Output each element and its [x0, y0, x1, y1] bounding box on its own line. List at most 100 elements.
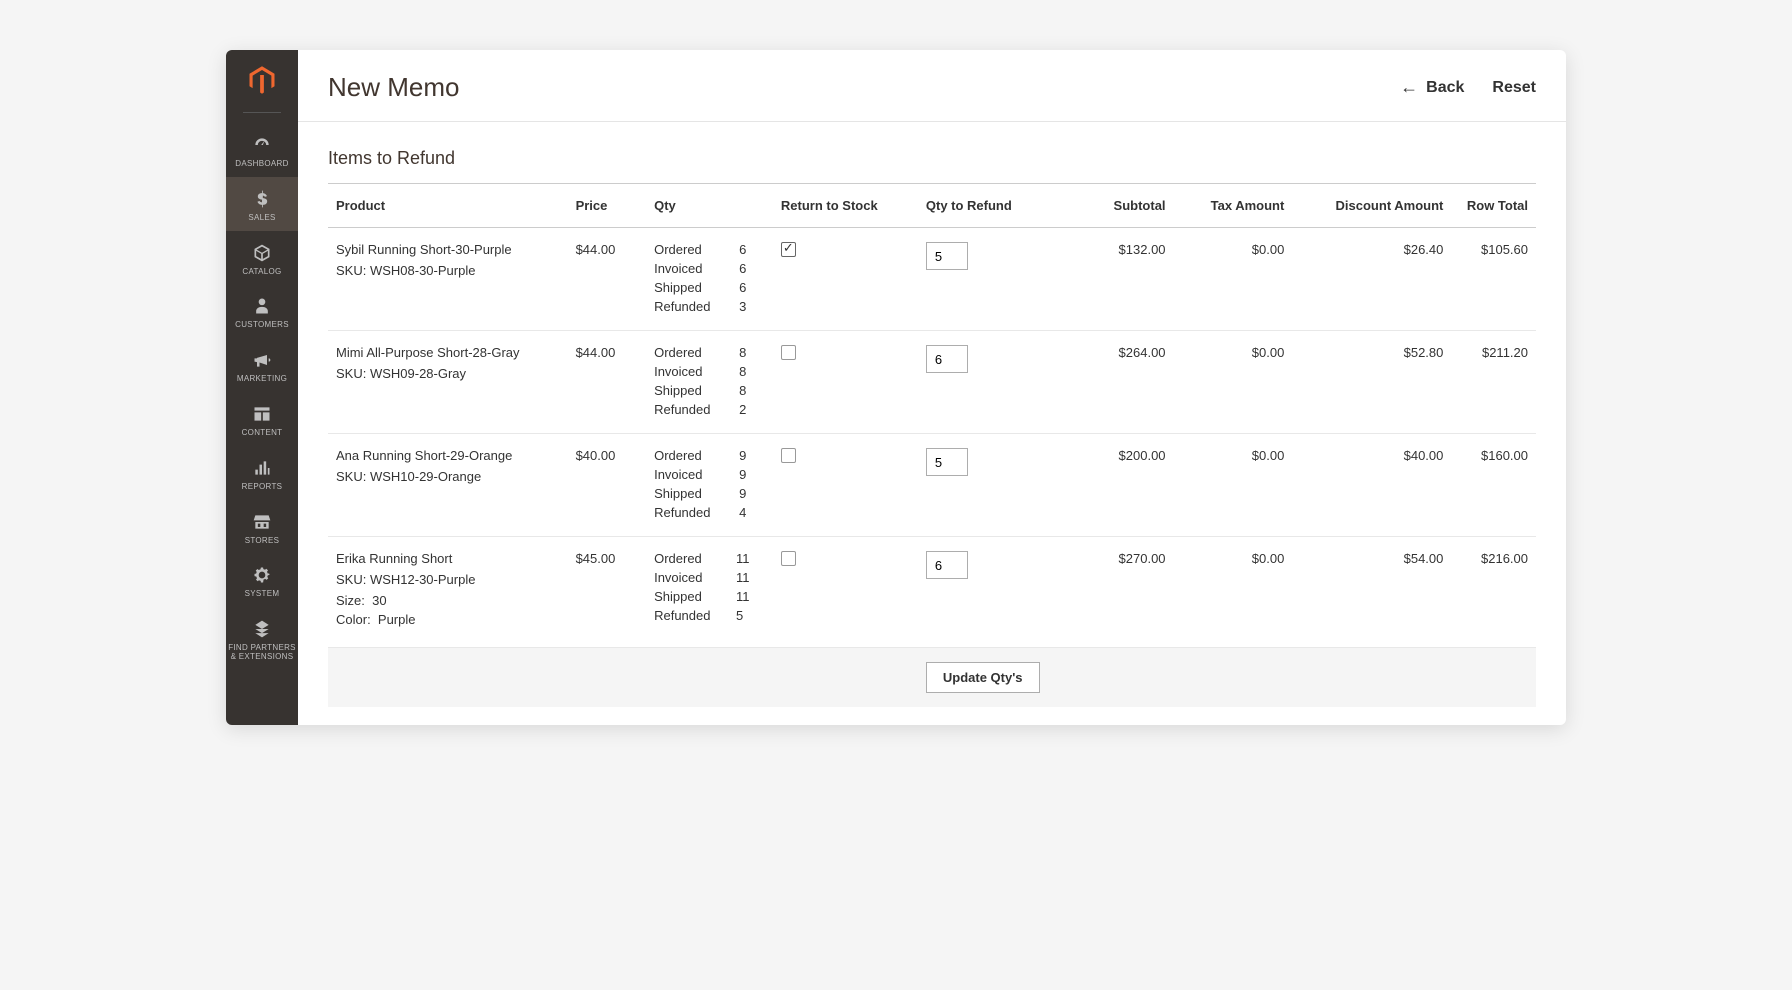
reset-label: Reset [1492, 79, 1536, 97]
cell-subtotal: $200.00 [1047, 434, 1174, 537]
qty-ordered-label: Ordered [654, 448, 729, 463]
cell-subtotal: $264.00 [1047, 331, 1174, 434]
cell-price: $44.00 [568, 331, 647, 434]
page-title: New Memo [328, 72, 459, 103]
qty-refunded-value: 2 [739, 402, 765, 417]
cell-discount: $26.40 [1292, 228, 1451, 331]
return-to-stock-checkbox[interactable] [781, 242, 796, 257]
update-qtys-button[interactable]: Update Qty's [926, 662, 1040, 693]
return-to-stock-checkbox[interactable] [781, 345, 796, 360]
qty-shipped-value: 9 [739, 486, 765, 501]
qty-shipped-value: 8 [739, 383, 765, 398]
cell-product: Mimi All-Purpose Short-28-GraySKU: WSH09… [328, 331, 568, 434]
table-row: Erika Running ShortSKU: WSH12-30-PurpleS… [328, 537, 1536, 648]
sidebar-item-marketing[interactable]: MARKETING [226, 338, 298, 392]
qty-invoiced-label: Invoiced [654, 364, 729, 379]
product-name: Erika Running Short [336, 551, 560, 566]
sidebar-item-catalog[interactable]: CATALOG [226, 231, 298, 285]
sidebar-item-dashboard[interactable]: DASHBOARD [226, 123, 298, 177]
product-sku: SKU: WSH09-28-Gray [336, 366, 560, 381]
sidebar-item-reports[interactable]: REPORTS [226, 446, 298, 500]
back-label: Back [1426, 79, 1464, 97]
cell-product: Erika Running ShortSKU: WSH12-30-PurpleS… [328, 537, 568, 648]
cell-qty: Ordered9Invoiced9Shipped9Refunded4 [646, 434, 773, 537]
cell-qty: Ordered6Invoiced6Shipped6Refunded3 [646, 228, 773, 331]
megaphone-icon [250, 348, 274, 372]
cell-tax: $0.00 [1174, 331, 1293, 434]
th-product: Product [328, 184, 568, 228]
qty-ordered-label: Ordered [654, 551, 726, 566]
sidebar-item-label: FIND PARTNERS & EXTENSIONS [228, 644, 296, 662]
qty-shipped-label: Shipped [654, 589, 726, 604]
box-icon [250, 241, 274, 265]
qty-ordered-value: 6 [739, 242, 765, 257]
cell-product: Sybil Running Short-30-PurpleSKU: WSH08-… [328, 228, 568, 331]
content: Items to Refund Product Price Qty Return… [298, 122, 1566, 725]
qty-ordered-label: Ordered [654, 345, 729, 360]
bars-icon [250, 456, 274, 480]
sidebar-item-customers[interactable]: CUSTOMERS [226, 284, 298, 338]
sidebar-item-label: STORES [245, 537, 280, 546]
table-row: Mimi All-Purpose Short-28-GraySKU: WSH09… [328, 331, 1536, 434]
layout-icon [250, 402, 274, 426]
qty-to-refund-input[interactable] [926, 448, 968, 476]
qty-invoiced-value: 9 [739, 467, 765, 482]
qty-to-refund-input[interactable] [926, 345, 968, 373]
cell-product: Ana Running Short-29-OrangeSKU: WSH10-29… [328, 434, 568, 537]
topbar: New Memo ← Back Reset [298, 50, 1566, 122]
th-discount: Discount Amount [1292, 184, 1451, 228]
qty-shipped-label: Shipped [654, 383, 729, 398]
cell-return [773, 228, 918, 331]
qty-to-refund-input[interactable] [926, 551, 968, 579]
qty-invoiced-label: Invoiced [654, 261, 729, 276]
th-price: Price [568, 184, 647, 228]
sidebar-item-stores[interactable]: STORES [226, 500, 298, 554]
cell-rowtotal: $160.00 [1451, 434, 1536, 537]
sidebar-item-label: CONTENT [242, 429, 283, 438]
cell-rowtotal: $211.20 [1451, 331, 1536, 434]
th-return: Return to Stock [773, 184, 918, 228]
cell-return [773, 331, 918, 434]
return-to-stock-checkbox[interactable] [781, 448, 796, 463]
magento-logo-icon [244, 62, 280, 98]
th-subtotal: Subtotal [1047, 184, 1174, 228]
sidebar-item-system[interactable]: SYSTEM [226, 553, 298, 607]
sidebar: DASHBOARDSALESCATALOGCUSTOMERSMARKETING C… [226, 50, 298, 725]
qty-ordered-value: 9 [739, 448, 765, 463]
reset-button[interactable]: Reset [1492, 79, 1536, 97]
product-size: Size: 30 [336, 593, 560, 608]
product-sku: SKU: WSH08-30-Purple [336, 263, 560, 278]
qty-refunded-label: Refunded [654, 299, 729, 314]
qty-refunded-label: Refunded [654, 505, 729, 520]
sidebar-item-label: SYSTEM [245, 590, 280, 599]
qty-shipped-label: Shipped [654, 486, 729, 501]
qty-ordered-value: 8 [739, 345, 765, 360]
table-row: Sybil Running Short-30-PurpleSKU: WSH08-… [328, 228, 1536, 331]
cell-return [773, 434, 918, 537]
table-row: Ana Running Short-29-OrangeSKU: WSH10-29… [328, 434, 1536, 537]
cell-qty-refund [918, 434, 1047, 537]
dollar-icon [250, 187, 274, 211]
th-qty-refund: Qty to Refund [918, 184, 1047, 228]
cell-price: $45.00 [568, 537, 647, 648]
section-title: Items to Refund [328, 148, 1536, 184]
cell-qty: Ordered8Invoiced8Shipped8Refunded2 [646, 331, 773, 434]
product-name: Ana Running Short-29-Orange [336, 448, 560, 463]
sidebar-item-find-partners-extensions[interactable]: FIND PARTNERS & EXTENSIONS [226, 607, 298, 670]
topbar-actions: ← Back Reset [1400, 77, 1536, 98]
qty-shipped-value: 6 [739, 280, 765, 295]
sidebar-item-sales[interactable]: SALES [226, 177, 298, 231]
main: New Memo ← Back Reset Items to Refund [298, 50, 1566, 725]
qty-invoiced-value: 8 [739, 364, 765, 379]
cell-qty-refund [918, 228, 1047, 331]
qty-invoiced-label: Invoiced [654, 570, 726, 585]
qty-refunded-value: 4 [739, 505, 765, 520]
cell-discount: $54.00 [1292, 537, 1451, 648]
back-button[interactable]: ← Back [1400, 77, 1464, 98]
cell-discount: $52.80 [1292, 331, 1451, 434]
return-to-stock-checkbox[interactable] [781, 551, 796, 566]
cell-qty-refund [918, 537, 1047, 648]
sidebar-item-content[interactable]: CONTENT [226, 392, 298, 446]
qty-invoiced-value: 11 [736, 570, 765, 585]
qty-to-refund-input[interactable] [926, 242, 968, 270]
